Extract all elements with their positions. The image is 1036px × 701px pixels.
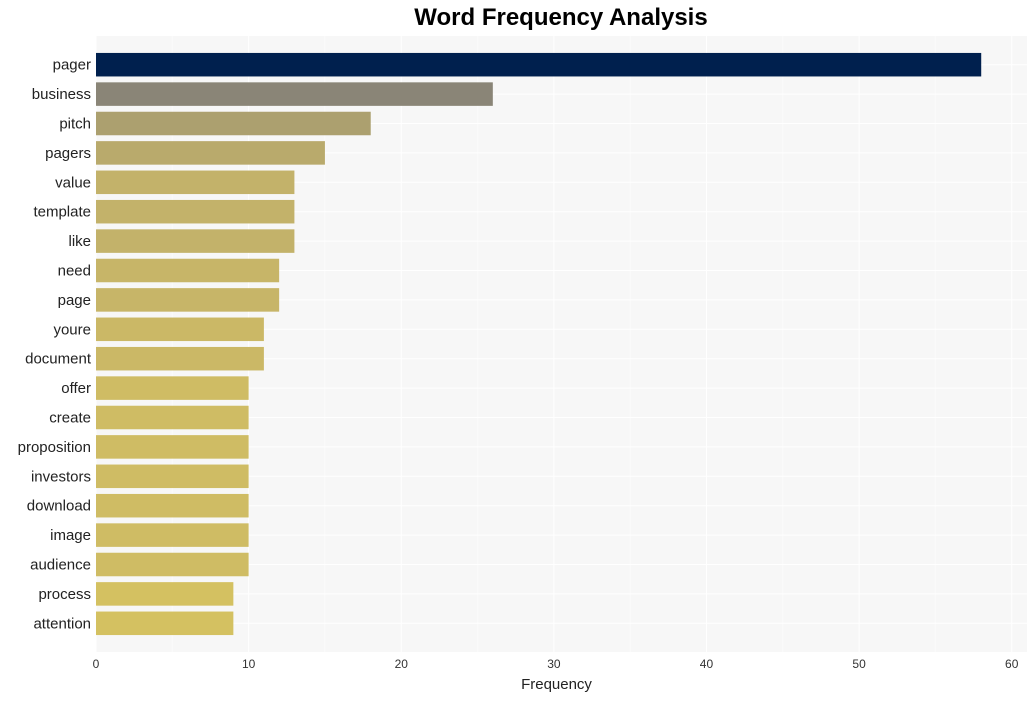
bar-page [96, 288, 280, 312]
category-label: investors [31, 468, 91, 485]
category-label: create [49, 410, 91, 427]
category-label: pagers [45, 145, 91, 162]
bar-pagers [96, 141, 325, 165]
x-tick-label: 30 [547, 657, 561, 671]
category-label: document [25, 351, 92, 368]
category-label: need [58, 263, 91, 280]
bar-audience [96, 552, 249, 577]
x-tick-label: 60 [1005, 657, 1019, 671]
bar-offer [96, 376, 249, 400]
bar-process [96, 582, 234, 606]
bar-create [96, 405, 249, 430]
bar-like [96, 229, 295, 253]
bar-image [96, 523, 249, 547]
category-label: template [33, 204, 91, 221]
category-label: attention [33, 615, 91, 632]
x-tick-label: 40 [700, 657, 714, 671]
bar-youre [96, 317, 264, 342]
category-label: download [27, 498, 91, 515]
category-label: youre [53, 321, 91, 338]
x-tick-labels: 0 10 20 30 40 50 60 [93, 657, 1019, 671]
category-labels: pager business pitch pagers value template lik… [18, 57, 92, 633]
category-label: page [58, 292, 91, 309]
bar-template [96, 199, 295, 224]
x-tick-label: 50 [852, 657, 866, 671]
category-label: proposition [18, 439, 91, 456]
category-label: image [50, 527, 91, 544]
bar-need [96, 258, 280, 283]
bar-pager [96, 52, 982, 77]
x-axis-title: Frequency [521, 676, 592, 693]
category-label: business [32, 86, 91, 103]
bar-business [96, 82, 493, 106]
category-label: audience [30, 557, 91, 574]
x-tick-label: 10 [242, 657, 256, 671]
category-label: value [55, 174, 91, 191]
x-tick-label: 0 [93, 657, 100, 671]
bar-value [96, 170, 295, 195]
bar-attention [96, 611, 234, 636]
bar-chart: pager business pitch pagers value template lik… [18, 36, 1027, 693]
bar-download [96, 493, 249, 518]
category-label: process [38, 586, 91, 603]
category-label: offer [61, 380, 91, 397]
category-label: like [68, 233, 91, 250]
bar-pitch [96, 111, 371, 136]
bar-document [96, 346, 264, 371]
bar-proposition [96, 435, 249, 459]
category-label: pager [53, 57, 91, 74]
x-tick-label: 20 [395, 657, 409, 671]
category-label: pitch [59, 116, 91, 133]
bar-investors [96, 464, 249, 489]
